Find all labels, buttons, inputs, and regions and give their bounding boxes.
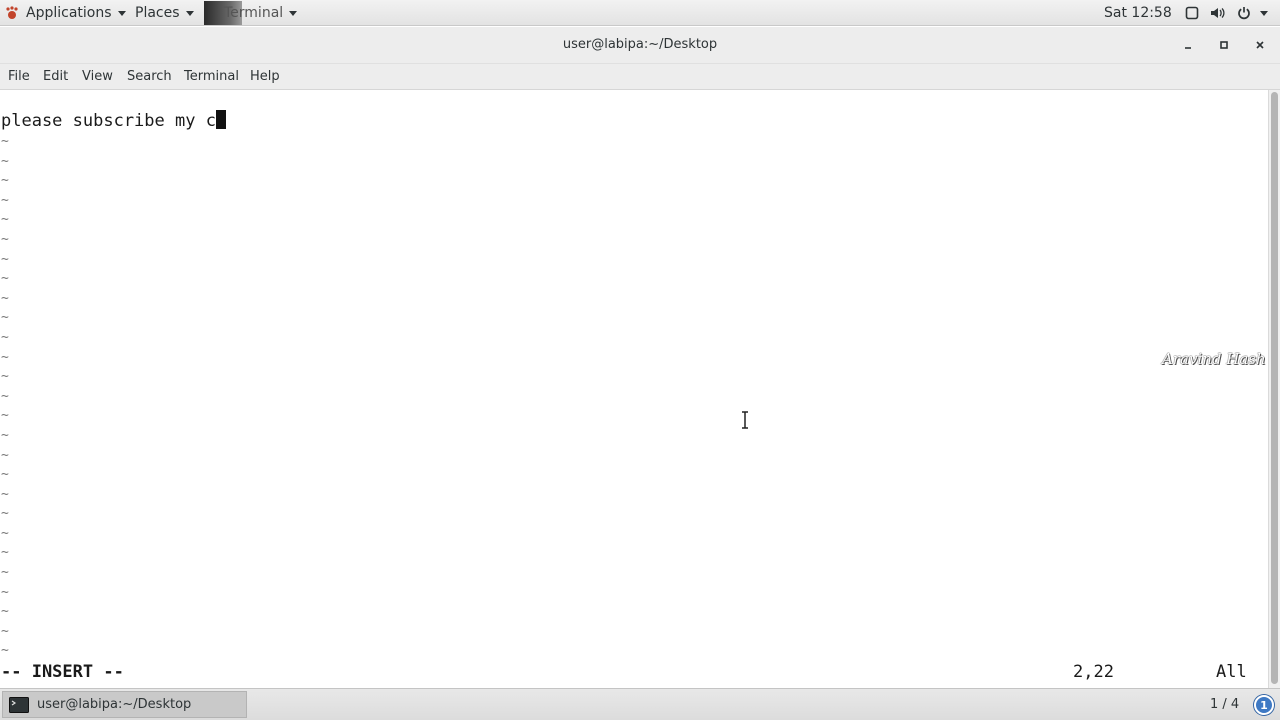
menu-search[interactable]: Search [127, 69, 172, 84]
maximize-button[interactable] [1215, 36, 1233, 54]
ibeam-cursor-icon [742, 411, 748, 429]
clock[interactable]: Sat 12:58 [1104, 0, 1172, 26]
vim-status-line: -- INSERT -- 2,22 All [0, 662, 1268, 682]
terminal-app-label: Terminal [224, 5, 284, 21]
menu-bar: File Edit View Search Terminal Help [0, 64, 1280, 90]
menu-terminal[interactable]: Terminal [184, 69, 239, 84]
chevron-down-icon [117, 10, 126, 16]
cursor-position: 2,22 [1073, 662, 1114, 682]
workspace-indicator[interactable]: 1 / 4 [1210, 697, 1239, 712]
window-list-icon[interactable] [1184, 5, 1200, 21]
taskbar-item-label: user@labipa:~/Desktop [37, 697, 192, 712]
applications-label: Applications [26, 5, 112, 21]
scroll-indicator: All [1216, 662, 1247, 682]
menu-file[interactable]: File [8, 69, 30, 84]
scrollbar[interactable] [1268, 90, 1280, 688]
editor-text-line: please subscribe my c [1, 110, 226, 131]
bottom-panel: user@labipa:~/Desktop 1 / 4 1 [0, 688, 1280, 720]
chevron-down-icon [1260, 10, 1268, 16]
menu-help[interactable]: Help [250, 69, 280, 84]
menu-view[interactable]: View [82, 69, 113, 84]
top-panel: Applications Places Terminal Sat 12:58 [0, 0, 1280, 26]
places-menu[interactable]: Places [135, 0, 194, 26]
terminal-text-area[interactable]: please subscribe my c ~ ~ ~ ~ ~ ~ ~ ~ ~ … [0, 90, 1268, 688]
places-label: Places [135, 5, 180, 21]
text-cursor [215, 110, 226, 129]
empty-line-markers: ~ ~ ~ ~ ~ ~ ~ ~ ~ ~ ~ ~ ~ ~ ~ ~ ~ ~ ~ ~ … [1, 134, 9, 659]
gnome-foot-icon [4, 5, 20, 21]
terminal-app-menu[interactable]: Terminal [204, 0, 298, 26]
minimize-button[interactable] [1179, 36, 1197, 54]
mode-indicator: -- INSERT -- [1, 662, 124, 682]
notification-badge[interactable]: 1 [1254, 695, 1274, 715]
window-titlebar[interactable]: user@labipa:~/Desktop [0, 27, 1280, 64]
system-tray[interactable] [1184, 0, 1268, 26]
menu-edit[interactable]: Edit [43, 69, 68, 84]
taskbar-item-terminal[interactable]: user@labipa:~/Desktop [2, 691, 247, 718]
chevron-down-icon [185, 10, 194, 16]
chevron-down-icon [289, 10, 298, 16]
applications-menu[interactable]: Applications [4, 0, 126, 26]
terminal-icon [9, 696, 29, 713]
window-title: user@labipa:~/Desktop [562, 37, 718, 52]
power-icon[interactable] [1236, 5, 1252, 21]
close-button[interactable] [1251, 36, 1269, 54]
volume-icon[interactable] [1210, 5, 1226, 21]
editor-text: please subscribe my c [1, 111, 216, 131]
watermark: Aravind Hash [1162, 350, 1266, 368]
scrollbar-thumb[interactable] [1271, 92, 1278, 684]
